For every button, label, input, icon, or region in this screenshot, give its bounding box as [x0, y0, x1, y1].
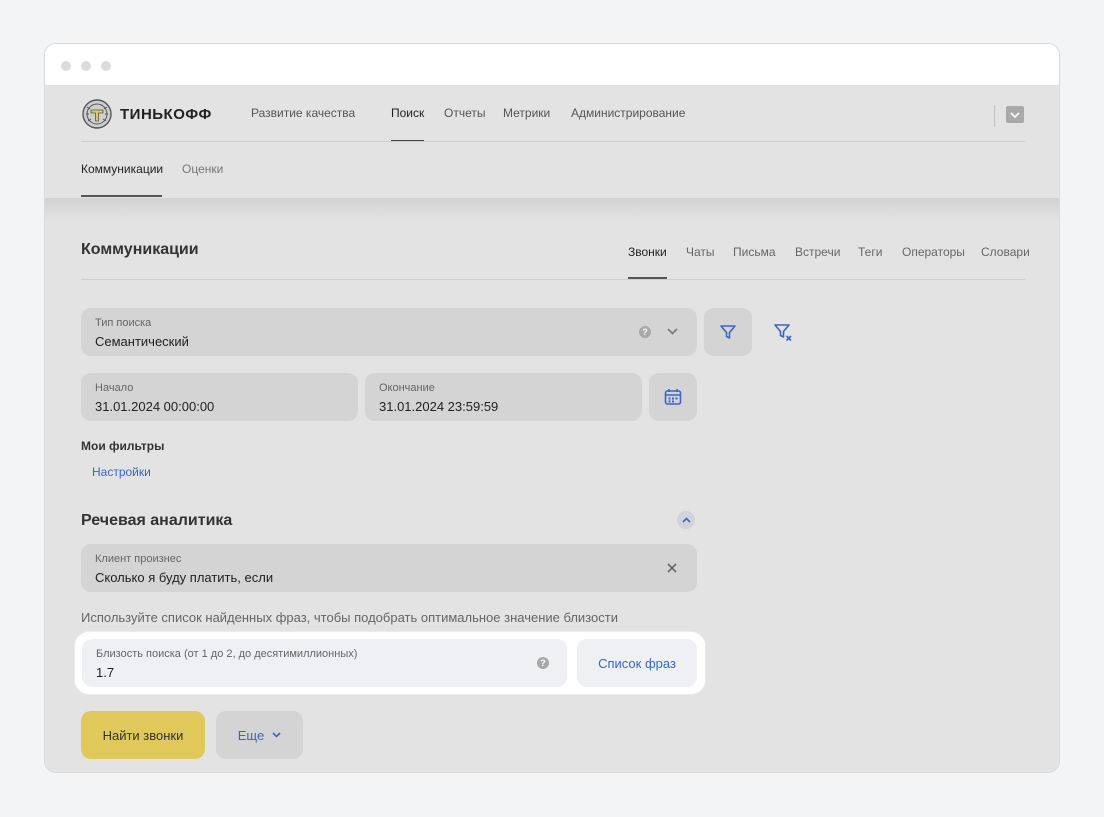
find-calls-button[interactable]: Найти звонки — [81, 711, 205, 759]
my-filters-label: Мои фильтры — [81, 439, 165, 453]
header-shadow — [45, 198, 1059, 222]
nav-item-quality[interactable]: Развитие качества — [251, 106, 355, 120]
more-label: Еще — [237, 727, 265, 743]
tabs-divider — [81, 279, 1025, 280]
chevron-down-icon — [667, 328, 678, 335]
calendar-icon — [664, 389, 682, 405]
top-navigation: ТИНЬКОФФ Развитие качества Поиск Отчеты … — [45, 86, 1059, 142]
phrases-list-button[interactable]: Список фраз — [577, 639, 697, 687]
search-type-value: Семантический — [95, 334, 189, 349]
clear-filter-button[interactable] — [759, 308, 807, 356]
search-type-label: Тип поиска — [95, 317, 152, 329]
clear-icon[interactable] — [667, 563, 677, 573]
window-titlebar — [45, 44, 1059, 86]
help-icon[interactable]: ? — [537, 657, 549, 669]
app-root: ТИНЬКОФФ Развитие качества Поиск Отчеты … — [45, 86, 1059, 772]
tab-letters[interactable]: Письма — [733, 245, 776, 259]
subnav-item-ratings[interactable]: Оценки — [182, 162, 223, 176]
tab-meetings[interactable]: Встречи — [795, 245, 840, 259]
tinkoff-emblem-icon — [82, 99, 112, 129]
subnav-item-communications[interactable]: Коммуникации — [81, 162, 163, 176]
collapse-button[interactable] — [1006, 106, 1024, 123]
sub-navigation: Коммуникации Оценки — [45, 142, 1059, 198]
end-date-label: Окончание — [379, 382, 435, 394]
help-icon[interactable]: ? — [639, 326, 651, 338]
nav-item-reports[interactable]: Отчеты — [444, 106, 485, 120]
chevron-down-icon — [272, 732, 281, 738]
filter-icon — [720, 325, 736, 339]
page-title: Коммуникации — [81, 241, 199, 258]
collapse-section-button[interactable] — [677, 511, 695, 529]
subnav-active-indicator — [81, 195, 162, 197]
chevron-up-icon — [681, 517, 691, 523]
nav-item-administration[interactable]: Администрирование — [571, 106, 685, 120]
brand-name: ТИНЬКОФФ — [120, 105, 212, 123]
chevron-down-icon — [1010, 111, 1020, 118]
proximity-hint: Используйте список найденных фраз, чтобы… — [81, 610, 618, 625]
more-button[interactable]: Еще — [216, 711, 303, 759]
window-maximize-dot[interactable] — [101, 61, 111, 71]
start-date-field[interactable]: Начало 31.01.2024 00:00:00 — [81, 373, 358, 421]
brand-logo[interactable]: ТИНЬКОФФ — [81, 98, 212, 130]
client-said-label: Клиент произнес — [95, 553, 182, 565]
proximity-highlight: Близость поиска (от 1 до 2, до десятимил… — [75, 632, 705, 694]
window-close-dot[interactable] — [61, 61, 71, 71]
start-date-value: 31.01.2024 00:00:00 — [95, 399, 215, 414]
start-date-label: Начало — [95, 382, 134, 394]
tab-operators[interactable]: Операторы — [902, 245, 965, 259]
proximity-value: 1.7 — [96, 665, 115, 680]
window-minimize-dot[interactable] — [81, 61, 91, 71]
end-date-value: 31.01.2024 23:59:59 — [379, 399, 499, 414]
tab-dictionaries[interactable]: Словари — [981, 245, 1030, 259]
filters-settings-link[interactable]: Настройки — [92, 465, 151, 479]
client-said-field[interactable]: Клиент произнес Сколько я буду платить, … — [81, 544, 697, 592]
search-type-select[interactable]: Тип поиска Семантический ? — [81, 308, 697, 356]
tab-chats[interactable]: Чаты — [686, 245, 715, 259]
nav-item-search[interactable]: Поиск — [391, 106, 424, 120]
tab-tags[interactable]: Теги — [858, 245, 882, 259]
find-calls-label: Найти звонки — [102, 727, 184, 743]
filter-button[interactable] — [704, 308, 752, 356]
browser-window: ТИНЬКОФФ Развитие качества Поиск Отчеты … — [44, 43, 1060, 773]
proximity-input[interactable]: Близость поиска (от 1 до 2, до десятимил… — [82, 639, 567, 687]
tab-calls[interactable]: Звонки — [628, 245, 667, 259]
client-said-value: Сколько я буду платить, если — [95, 570, 274, 585]
nav-item-metrics[interactable]: Метрики — [503, 106, 550, 120]
nav-divider — [994, 105, 995, 127]
calendar-button[interactable] — [649, 373, 697, 421]
end-date-field[interactable]: Окончание 31.01.2024 23:59:59 — [365, 373, 642, 421]
filter-clear-icon — [774, 324, 792, 342]
speech-analytics-title: Речевая аналитика — [81, 512, 233, 529]
proximity-label: Близость поиска (от 1 до 2, до десятимил… — [96, 648, 358, 660]
